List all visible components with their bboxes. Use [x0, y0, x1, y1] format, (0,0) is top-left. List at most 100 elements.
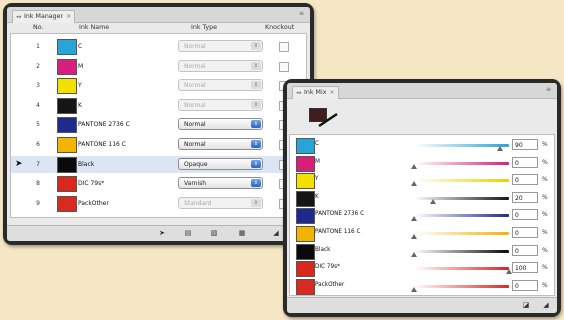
ink-type-select[interactable]: Normal ⇕ — [178, 98, 263, 111]
ink-add-icon[interactable]: ▧ — [207, 229, 221, 238]
ink-percent-field[interactable]: 100 — [512, 262, 538, 274]
ink-percent-slider[interactable] — [414, 284, 509, 288]
knockout-checkbox[interactable] — [279, 61, 289, 72]
select-arrows-icon[interactable]: ⇕ — [251, 42, 261, 50]
ink-delete-icon[interactable]: ▦ — [235, 229, 249, 238]
tab-ink-manager[interactable]: ◂◂ Ink Manager × — [12, 10, 76, 23]
knockout-checkbox[interactable] — [279, 42, 289, 52]
select-arrows-icon[interactable]: ⇕ — [251, 120, 261, 129]
list-item: Y 0% — [290, 172, 554, 190]
pen-icon[interactable] — [317, 112, 339, 128]
ink-type-value: Normal — [184, 141, 206, 148]
ink-percent-field[interactable]: 0 — [512, 156, 538, 168]
table-row[interactable]: 2 M Normal ⇕ — [11, 58, 306, 75]
slider-thumb[interactable] — [411, 216, 417, 222]
ink-manager-body: ◂◂ Ink Manager × ≡ No. Ink Name Ink Type K… — [7, 7, 310, 241]
ink-type-select[interactable]: Normal ⇕ — [178, 138, 263, 150]
ink-percent-slider[interactable] — [414, 267, 509, 271]
current-row-arrow-icon: ➤ — [15, 158, 23, 169]
ink-swatch — [57, 176, 77, 193]
ink-name: K — [315, 193, 319, 200]
ink-name: Y — [315, 176, 319, 183]
ink-percent-slider[interactable] — [414, 161, 509, 165]
ink-type-value: Varnish — [184, 180, 207, 188]
slider-thumb[interactable] — [411, 163, 417, 169]
ink-percent-slider[interactable] — [414, 144, 509, 147]
ink-percent-field[interactable]: 0 — [512, 244, 538, 256]
ink-name: M — [315, 158, 320, 165]
ink-number: 8 — [36, 180, 40, 188]
resize-icon[interactable]: ◢ — [539, 301, 553, 310]
select-arrows-icon[interactable]: ⇕ — [251, 198, 261, 207]
ink-name: PackOther — [315, 281, 345, 288]
ink-type-select[interactable]: Normal ⇕ — [178, 59, 263, 72]
ink-type-value: Normal — [184, 101, 206, 109]
slider-thumb[interactable] — [411, 234, 417, 239]
ink-percent-slider[interactable] — [414, 196, 509, 200]
ink-type-select[interactable]: Normal ⇕ — [178, 79, 263, 92]
ink-swatch — [296, 261, 315, 278]
select-arrows-icon[interactable]: ⇕ — [251, 159, 261, 168]
table-row[interactable]: 6 PANTONE 116 C Normal ⇕ — [11, 136, 306, 153]
column-ink-name: Ink Name — [79, 24, 110, 31]
ink-type-value: Normal — [184, 121, 206, 129]
resize-icon[interactable]: ◢ — [269, 229, 283, 238]
select-arrows-icon[interactable]: ⇕ — [251, 81, 261, 90]
ink-swatch — [296, 278, 315, 295]
percent-label: % — [542, 246, 548, 254]
slider-thumb[interactable] — [411, 251, 417, 257]
ink-percent-slider[interactable] — [414, 214, 509, 218]
table-row[interactable]: 3 Y Normal ⇕ — [11, 77, 306, 95]
ink-percent-field[interactable]: 0 — [512, 209, 538, 221]
list-item: Black 0% — [290, 243, 554, 260]
ink-type-select[interactable]: Varnish ⇕ — [178, 177, 263, 190]
close-icon[interactable]: × — [329, 89, 334, 96]
ink-swatch — [57, 39, 77, 55]
panel-menu-icon[interactable]: ≡ — [299, 10, 304, 17]
ink-percent-field[interactable]: 90 — [512, 139, 538, 150]
ink-percent-slider[interactable] — [414, 249, 509, 253]
ink-percent-field[interactable]: 20 — [512, 191, 538, 203]
tab-ink-mix[interactable]: ◂◂ Ink Mix × — [292, 86, 339, 99]
ink-percent-slider[interactable] — [414, 232, 509, 235]
ink-percent-field[interactable]: 0 — [512, 174, 538, 186]
slider-thumb[interactable] — [430, 198, 436, 204]
ink-type-select[interactable]: Opaque ⇕ — [178, 157, 263, 170]
select-arrows-icon[interactable]: ⇕ — [251, 100, 261, 109]
slider-thumb[interactable] — [411, 286, 417, 292]
ink-type-select[interactable]: Normal ⇕ — [178, 118, 263, 131]
select-arrows-icon[interactable]: ⇕ — [251, 61, 261, 70]
ink-name: PANTONE 116 C — [78, 141, 126, 148]
ink-type-select[interactable]: Standard ⇕ — [178, 196, 263, 209]
ink-swatch — [57, 97, 77, 114]
ink-percent-slider[interactable] — [414, 179, 509, 183]
table-row[interactable]: 5 PANTONE 2736 C Normal ⇕ — [11, 116, 306, 134]
select-arrows-icon[interactable]: ⇕ — [251, 140, 261, 148]
table-row[interactable]: 4 K Normal ⇕ — [11, 97, 306, 114]
slider-thumb[interactable] — [496, 146, 503, 151]
ink-mix-list: C 90% M 0% Y 0% K 20% PANTONE 2736 C 0% PANTONE 11… — [289, 134, 555, 296]
ink-number: 7 — [36, 160, 40, 168]
ink-manager-tabbar: ◂◂ Ink Manager × ≡ — [7, 7, 310, 23]
percent-label: % — [542, 264, 548, 272]
table-row[interactable]: 9 PackOther Standard ⇕ — [11, 195, 306, 212]
ink-percent-field[interactable]: 0 — [512, 279, 538, 291]
close-icon[interactable]: × — [66, 13, 71, 20]
percent-label: % — [542, 158, 548, 166]
panel-menu-icon[interactable]: ≡ — [546, 86, 551, 93]
collapse-icon[interactable]: ◂◂ — [16, 14, 21, 20]
collapse-icon[interactable]: ◂◂ — [296, 90, 301, 96]
ink-number: 6 — [36, 141, 40, 148]
list-item: PANTONE 116 C 0% — [290, 225, 554, 242]
pointer-icon[interactable]: ➤ — [155, 229, 169, 238]
ink-edit-icon[interactable]: ▤ — [181, 229, 195, 238]
table-row[interactable]: 1 C Normal ⇕ — [11, 38, 306, 55]
table-row[interactable]: ➤ 7 Black Opaque ⇕ — [11, 155, 306, 173]
slider-thumb[interactable] — [411, 181, 417, 187]
ink-type-select[interactable]: Normal ⇕ — [178, 40, 263, 52]
select-arrows-icon[interactable]: ⇕ — [251, 179, 261, 188]
list-item: C 90% — [290, 137, 554, 154]
new-mix-icon[interactable]: ◪ — [519, 301, 533, 310]
table-row[interactable]: 8 DIC 79s* Varnish ⇕ — [11, 175, 306, 193]
ink-percent-field[interactable]: 0 — [512, 227, 538, 238]
